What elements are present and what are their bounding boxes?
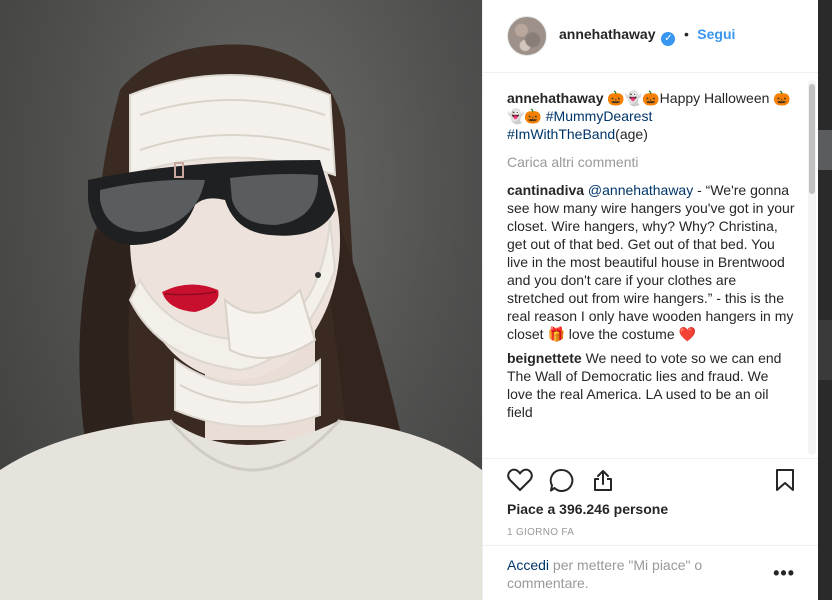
login-text-block: Accedi per mettere "Mi piace" o commenta… [507,556,747,592]
heart-outline-icon[interactable] [507,468,533,492]
post-header: annehathaway ✓ • Segui [483,0,818,73]
load-more-comments-button[interactable]: Carica altri commenti [507,153,797,171]
login-link[interactable]: Accedi [507,557,549,573]
background-shape [818,320,832,380]
follow-button[interactable]: Segui [697,26,735,42]
share-icon[interactable] [591,468,615,492]
comment-mention[interactable]: @annehathaway [588,182,693,198]
gift-emoji-icon: 🎁 [547,326,565,342]
comments-scrollbar[interactable] [808,80,816,455]
scrollbar-thumb[interactable] [809,84,815,194]
caption-text: Happy Halloween [659,90,774,106]
login-prompt: Accedi per mettere "Mi piace" o commenta… [483,545,819,600]
post-actions: Piace a 396.246 persone 1 GIORNO FA [483,458,819,538]
header-username[interactable]: annehathaway [559,26,655,42]
comment-text: - “We're gonna see how many wire hangers… [507,182,795,342]
caption-suffix: (age) [615,126,648,142]
comment-username[interactable]: cantinadiva [507,182,584,198]
more-options-icon[interactable]: ••• [773,564,795,582]
comment-bubble-icon[interactable] [549,468,575,492]
comment-item: beignettete We need to vote so we can en… [507,349,797,421]
likes-count[interactable]: Piace a 396.246 persone [507,501,795,517]
post-side-panel: annehathaway ✓ • Segui annehathaway 🎃👻🎃Ha… [482,0,819,600]
heart-emoji-icon: ❤️ [678,326,696,342]
hashtag-imwiththeband[interactable]: #ImWithTheBand [507,126,615,142]
comment-item: cantinadiva @annehathaway - “We're gonna… [507,181,797,343]
header-separator: • [683,26,689,42]
hashtag-mummydearest[interactable]: #MummyDearest [546,108,653,124]
comment-text-end: love the costume [564,326,679,342]
next-post-preview[interactable] [818,130,832,170]
bookmark-icon[interactable] [775,468,795,492]
post-photo[interactable] [0,0,482,600]
comment-username[interactable]: beignettete [507,350,582,366]
action-icons-row [507,459,795,501]
post-timestamp[interactable]: 1 GIORNO FA [507,527,795,538]
caption: annehathaway 🎃👻🎃Happy Halloween 🎃👻🎃 #Mum… [507,89,797,143]
avatar[interactable] [507,16,547,56]
caption-emojis-a: 🎃👻🎃 [607,90,660,106]
header-user-block: annehathaway ✓ • Segui [559,26,735,46]
photo-illustration [0,44,482,600]
background-edge [818,0,832,600]
caption-username[interactable]: annehathaway [507,90,603,106]
comments-list[interactable]: annehathaway 🎃👻🎃Happy Halloween 🎃👻🎃 #Mum… [483,73,819,458]
verified-badge-icon: ✓ [661,32,676,46]
